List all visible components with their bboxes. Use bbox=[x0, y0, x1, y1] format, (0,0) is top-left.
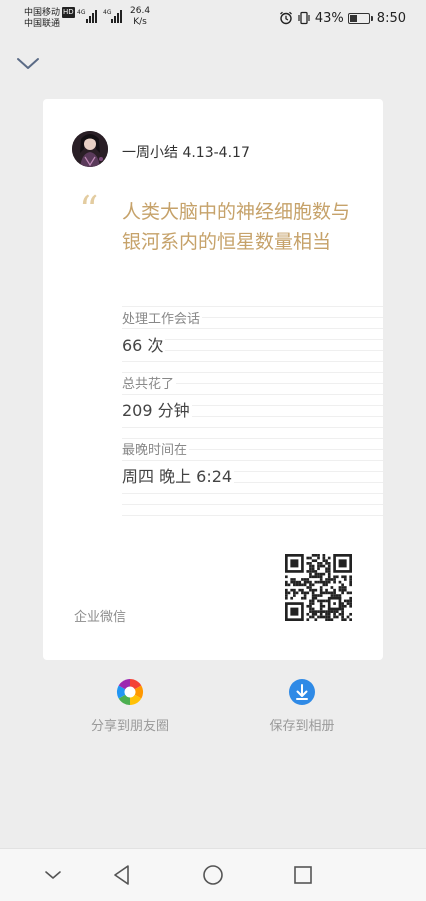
summary-headline: 人类大脑中的神经细胞数与银河系内的恒星数量相当 bbox=[122, 201, 351, 253]
stat-value-latest: 周四 晚上 6:24 bbox=[122, 463, 235, 487]
nav-recents-icon[interactable] bbox=[289, 861, 317, 889]
download-icon bbox=[289, 679, 315, 705]
signal-icon bbox=[111, 10, 122, 23]
stat-label-time-spent: 总共花了 bbox=[122, 373, 177, 392]
battery-level bbox=[349, 14, 357, 22]
network-speed: 26.4 K/s bbox=[130, 6, 150, 28]
save-album-label: 保存到相册 bbox=[269, 719, 335, 734]
brand-label: 企业微信 bbox=[74, 610, 127, 625]
stat-value-sessions: 66 次 bbox=[122, 332, 166, 356]
network-speed-value: 26.4 bbox=[130, 6, 151, 16]
chevron-down-icon[interactable] bbox=[15, 53, 41, 73]
carrier-1: 中国移动 HD bbox=[24, 7, 75, 18]
vibrate-icon bbox=[298, 11, 310, 25]
quote-mark: “ bbox=[79, 188, 99, 232]
system-nav-bar bbox=[0, 848, 426, 901]
network-type-1: 4G bbox=[77, 9, 86, 16]
share-moments-label: 分享到朋友圈 bbox=[90, 719, 169, 734]
weekly-summary-card: 一周小结 4.13-4.17 “ 人类大脑中的神经细胞数与银河系内的恒星数量相当… bbox=[43, 99, 383, 660]
aperture-icon bbox=[116, 678, 144, 706]
nav-collapse-icon[interactable] bbox=[39, 861, 67, 889]
alarm-icon bbox=[279, 11, 292, 25]
signal-icon bbox=[86, 10, 97, 23]
avatar bbox=[72, 131, 108, 167]
carrier-2: 中国联通 bbox=[24, 19, 61, 29]
network-speed-unit: K/s bbox=[133, 17, 147, 27]
nav-home-icon[interactable] bbox=[199, 861, 227, 889]
save-album-button[interactable]: 保存到相册 bbox=[227, 678, 377, 734]
status-bar: 中国移动 HD 中国联通 4G 4G 26.4 K/s 43% 8:50 bbox=[0, 0, 426, 36]
nav-back-icon[interactable] bbox=[108, 861, 136, 889]
status-time: 8:50 bbox=[376, 10, 406, 26]
qr-code bbox=[285, 554, 352, 621]
hd-badge: HD bbox=[62, 7, 75, 18]
share-moments-button[interactable]: 分享到朋友圈 bbox=[55, 678, 205, 734]
battery-icon bbox=[347, 12, 373, 24]
stat-label-sessions: 处理工作会话 bbox=[122, 308, 203, 327]
battery-percent: 43% bbox=[314, 10, 344, 26]
summary-title: 一周小结 4.13-4.17 bbox=[122, 145, 250, 161]
stat-value-time-spent: 209 分钟 bbox=[122, 397, 192, 421]
stat-label-latest: 最晚时间在 bbox=[122, 439, 190, 458]
